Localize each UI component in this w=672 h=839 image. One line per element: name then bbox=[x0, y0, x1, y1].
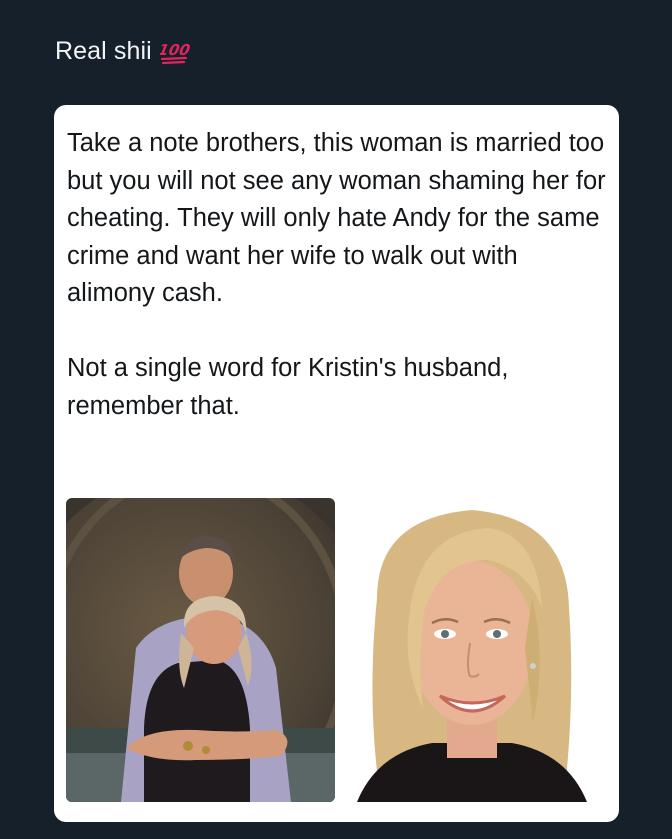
hundred-points-emoji-icon: 100 bbox=[160, 42, 190, 65]
post-text: Real shii 100 bbox=[55, 31, 190, 71]
card-paragraph-2: Not a single word for Kristin's husband,… bbox=[67, 354, 509, 420]
card-text: Take a note brothers, this woman is marr… bbox=[67, 125, 607, 463]
card-paragraph-1: Take a note brothers, this woman is marr… bbox=[67, 129, 606, 307]
quoted-image-card[interactable]: Take a note brothers, this woman is marr… bbox=[54, 105, 619, 822]
woman-portrait-photo-image bbox=[337, 498, 607, 802]
post-text-label: Real shii bbox=[55, 37, 152, 65]
svg-text:100: 100 bbox=[160, 42, 190, 60]
couple-photo-image bbox=[66, 498, 335, 802]
couple-photo[interactable] bbox=[66, 498, 335, 802]
woman-portrait-photo[interactable] bbox=[337, 498, 607, 802]
